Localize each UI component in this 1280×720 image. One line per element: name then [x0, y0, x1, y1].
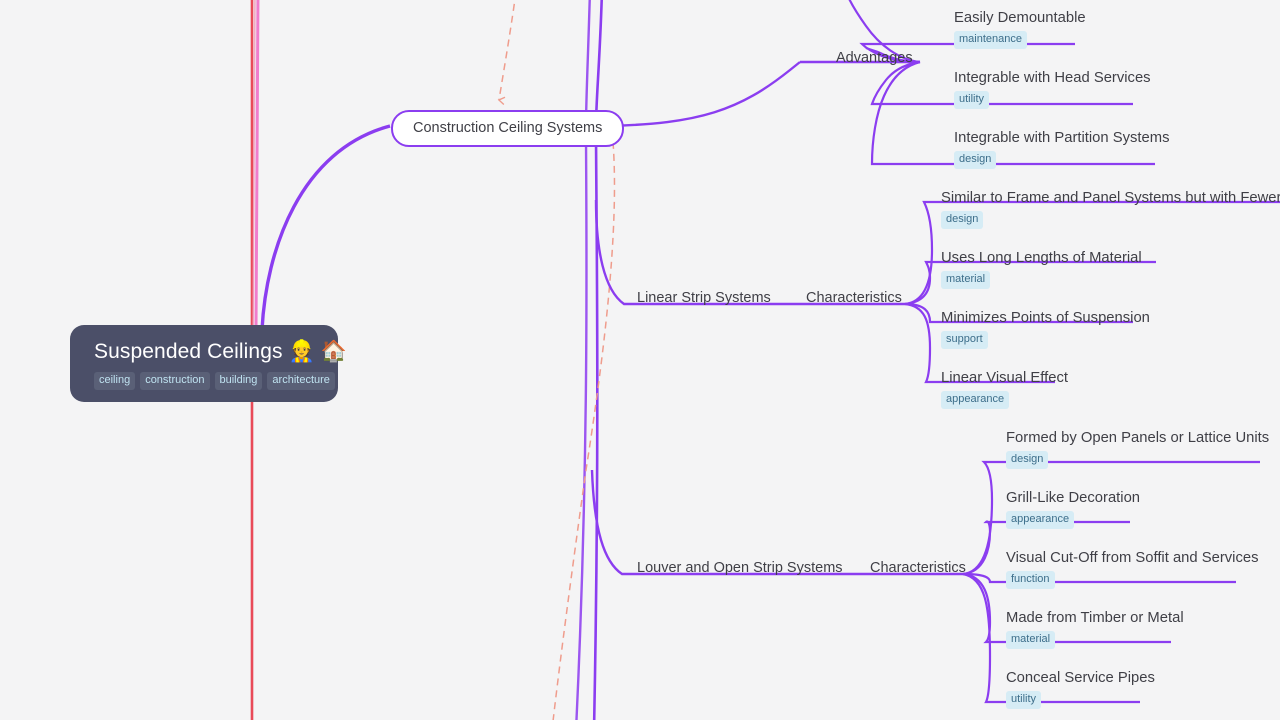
root-node[interactable]: Suspended Ceilings 👷 🏠 ceiling construct…: [70, 325, 347, 402]
leaf-title: Integrable with Head Services: [954, 70, 1151, 86]
leaf-tag: utility: [1006, 691, 1042, 709]
root-tag-list: ceiling construction building architectu…: [94, 372, 335, 390]
leaf-node[interactable]: Easily Demountable maintenance: [954, 9, 1086, 49]
root-tag: architecture: [267, 372, 335, 390]
leaf-title: Easily Demountable: [954, 10, 1086, 26]
node-advantages[interactable]: Advantages: [836, 50, 913, 66]
leaf-title: Similar to Frame and Panel Systems but w…: [941, 190, 1280, 206]
node-louver-characteristics[interactable]: Characteristics: [870, 560, 966, 576]
leaf-title: Made from Timber or Metal: [1006, 610, 1184, 626]
leaf-node[interactable]: Integrable with Partition Systems design: [954, 129, 1169, 169]
mindmap-canvas: Suspended Ceilings 👷 🏠 ceiling construct…: [0, 0, 1280, 720]
root-title: Suspended Ceilings 👷 🏠: [94, 340, 347, 363]
leaf-node[interactable]: Visual Cut-Off from Soffit and Services …: [1006, 549, 1258, 589]
root-tag: ceiling: [94, 372, 136, 390]
leaf-tag: function: [1006, 571, 1055, 589]
leaf-title: Linear Visual Effect: [941, 370, 1068, 386]
leaf-node[interactable]: Minimizes Points of Suspension support: [941, 309, 1150, 349]
leaf-node[interactable]: Uses Long Lengths of Material material: [941, 249, 1142, 289]
leaf-node[interactable]: Linear Visual Effect appearance: [941, 369, 1068, 409]
leaf-tag: maintenance: [954, 31, 1027, 49]
root-tag: construction: [140, 372, 210, 390]
leaf-title: Uses Long Lengths of Material: [941, 250, 1142, 266]
node-louver-open-strip-systems[interactable]: Louver and Open Strip Systems: [637, 560, 843, 576]
leaf-tag: appearance: [1006, 511, 1075, 529]
leaf-title: Formed by Open Panels or Lattice Units: [1006, 430, 1270, 446]
leaf-title: Integrable with Partition Systems: [954, 130, 1170, 146]
leaf-node[interactable]: Integrable with Head Services utility: [954, 69, 1151, 109]
node-linear-characteristics[interactable]: Characteristics: [806, 290, 902, 306]
leaf-title: Conceal Service Pipes: [1006, 670, 1155, 686]
leaf-node[interactable]: Grill-Like Decoration appearance: [1006, 489, 1140, 529]
root-tag: building: [214, 372, 263, 390]
leaf-tag: design: [954, 151, 997, 169]
leaf-tag: design: [941, 211, 984, 229]
leaf-title: Minimizes Points of Suspension: [941, 310, 1150, 326]
leaf-tag: appearance: [941, 391, 1010, 409]
leaf-tag: material: [941, 271, 991, 289]
leaf-tag: material: [1006, 631, 1056, 649]
node-linear-strip-systems[interactable]: Linear Strip Systems: [637, 290, 771, 306]
leaf-node[interactable]: Similar to Frame and Panel Systems but w…: [941, 189, 1280, 229]
leaf-tag: utility: [954, 91, 990, 109]
leaf-node[interactable]: Formed by Open Panels or Lattice Units d…: [1006, 429, 1269, 469]
leaf-node[interactable]: Conceal Service Pipes utility: [1006, 669, 1155, 709]
node-construction-ceiling-systems[interactable]: Construction Ceiling Systems: [391, 110, 625, 147]
leaf-node[interactable]: Made from Timber or Metal material: [1006, 609, 1184, 649]
leaf-title: Grill-Like Decoration: [1006, 490, 1141, 506]
leaf-title: Visual Cut-Off from Soffit and Services: [1006, 550, 1259, 566]
leaf-tag: support: [941, 331, 988, 349]
leaf-tag: design: [1006, 451, 1049, 469]
